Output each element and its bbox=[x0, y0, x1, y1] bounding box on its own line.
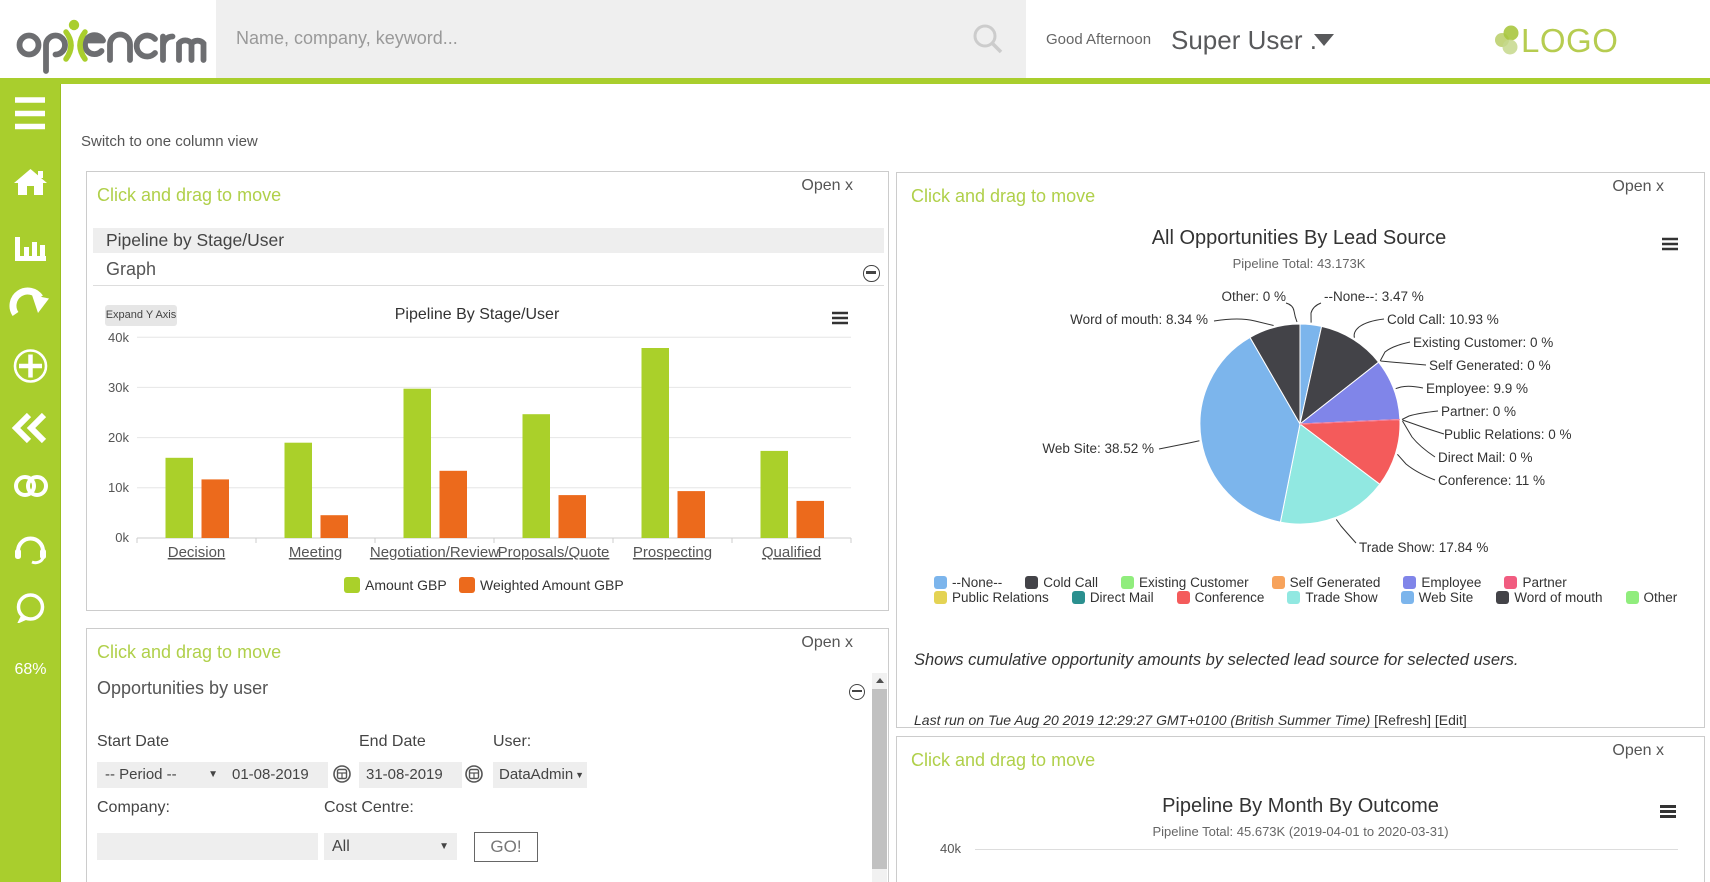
svg-text:10k: 10k bbox=[108, 480, 129, 495]
svg-text:Weighted Amount GBP: Weighted Amount GBP bbox=[480, 577, 624, 593]
svg-text:Pipeline By Stage/User: Pipeline By Stage/User bbox=[395, 306, 560, 323]
svg-text:Partner: 0 %: Partner: 0 % bbox=[1441, 404, 1516, 419]
svg-text:Pipeline Total: 43.173K: Pipeline Total: 43.173K bbox=[1233, 256, 1366, 271]
svg-text:30k: 30k bbox=[108, 380, 129, 395]
svg-text:Qualified: Qualified bbox=[762, 544, 821, 561]
svg-text:LOGO: LOGO bbox=[1521, 22, 1618, 59]
svg-text:Cold Call: 10.93 %: Cold Call: 10.93 % bbox=[1387, 312, 1499, 327]
svg-text:Direct Mail: 0 %: Direct Mail: 0 % bbox=[1438, 450, 1533, 465]
svg-text:Web Site: 38.52 %: Web Site: 38.52 % bbox=[1042, 441, 1154, 456]
svg-text:Public Relations: 0 %: Public Relations: 0 % bbox=[1444, 427, 1572, 442]
svg-text:Decision: Decision bbox=[168, 544, 226, 561]
svg-text:40k: 40k bbox=[108, 330, 129, 345]
svg-text:Amount GBP: Amount GBP bbox=[365, 577, 447, 593]
svg-text:Trade Show: 17.84 %: Trade Show: 17.84 % bbox=[1359, 540, 1488, 555]
svg-text:Meeting: Meeting bbox=[289, 544, 342, 561]
svg-text:Existing Customer: 0 %: Existing Customer: 0 % bbox=[1413, 335, 1553, 350]
svg-text:0k: 0k bbox=[115, 530, 129, 545]
svg-text:Prospecting: Prospecting bbox=[633, 544, 712, 561]
svg-text:Employee: 9.9 %: Employee: 9.9 % bbox=[1426, 381, 1528, 396]
svg-text:Conference: 11 %: Conference: 11 % bbox=[1438, 473, 1545, 488]
svg-text:Word of mouth: 8.34 %: Word of mouth: 8.34 % bbox=[1070, 312, 1208, 327]
svg-text:Other: 0 %: Other: 0 % bbox=[1221, 289, 1286, 304]
svg-text:All Opportunities By Lead Sour: All Opportunities By Lead Source bbox=[1152, 227, 1447, 249]
svg-text:Proposals/Quote: Proposals/Quote bbox=[498, 544, 610, 561]
svg-text:Self Generated: 0 %: Self Generated: 0 % bbox=[1429, 358, 1551, 373]
svg-text:--None--: 3.47 %: --None--: 3.47 % bbox=[1324, 289, 1424, 304]
svg-text:Negotiation/Review: Negotiation/Review bbox=[370, 544, 499, 561]
svg-text:20k: 20k bbox=[108, 430, 129, 445]
